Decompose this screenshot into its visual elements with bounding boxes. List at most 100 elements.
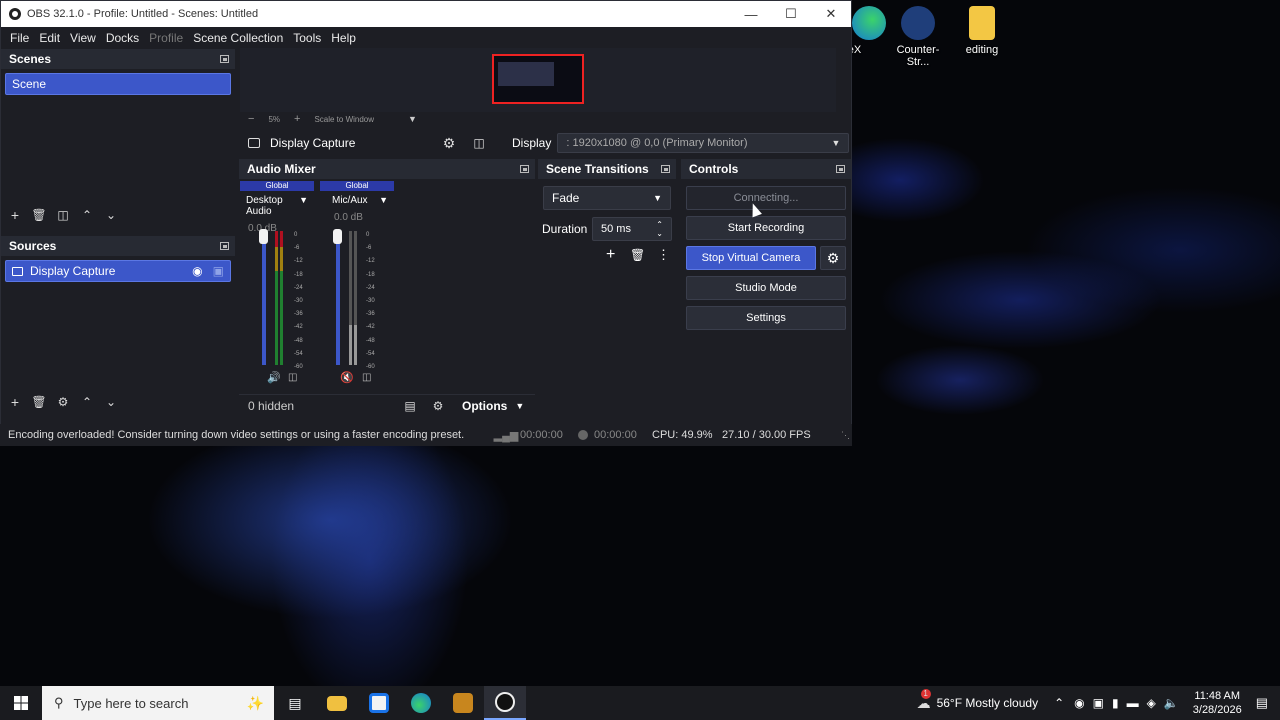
lock-icon[interactable]: ▣ xyxy=(213,264,224,278)
source-item[interactable]: Display Capture ◉ ▣ xyxy=(5,260,231,282)
folder-icon xyxy=(327,695,347,711)
menu-docks[interactable]: Docks xyxy=(101,31,144,45)
preview-canvas[interactable] xyxy=(240,48,836,112)
file-explorer-button[interactable] xyxy=(316,686,358,720)
chevron-down-icon[interactable]: ▼ xyxy=(379,195,388,206)
wifi-icon[interactable]: ◈ xyxy=(1147,696,1156,710)
counter-strike-taskbar-button[interactable] xyxy=(442,686,484,720)
scale-mode[interactable]: Scale to Window xyxy=(314,115,374,124)
volume-slider-handle[interactable] xyxy=(333,229,342,244)
muted-speaker-icon[interactable]: 🔇 xyxy=(340,371,354,384)
channel-name[interactable]: Mic/Aux xyxy=(326,195,368,206)
move-up-icon[interactable]: ⌃ xyxy=(75,395,99,409)
remove-scene-icon[interactable]: 🗑 xyxy=(27,208,51,222)
undock-icon[interactable] xyxy=(520,165,529,173)
resize-grip-icon[interactable]: ⋱ xyxy=(841,430,850,441)
duration-spinbox[interactable]: 50 ms ⌃ ⌄ xyxy=(592,217,672,241)
channel-name[interactable]: Desktop Audio xyxy=(246,195,299,217)
menu-scene-collection[interactable]: Scene Collection xyxy=(188,31,288,45)
display-select[interactable]: : 1920x1080 @ 0,0 (Primary Monitor) ▼ xyxy=(557,133,850,153)
battery-icon[interactable]: ▬ xyxy=(1127,696,1139,710)
chevron-down-icon[interactable]: ▼ xyxy=(515,401,524,411)
chevron-down-icon[interactable]: ▼ xyxy=(408,114,417,124)
microphone-icon[interactable]: ▮ xyxy=(1112,696,1119,710)
camera-icon[interactable]: ▣ xyxy=(1093,696,1104,710)
monitor-audio-icon[interactable]: ◫ xyxy=(288,372,297,383)
folder-icon xyxy=(969,6,995,40)
desktop-icon-counter-strike[interactable]: Counter-Str... xyxy=(886,6,950,68)
add-transition-icon[interactable]: + xyxy=(606,246,615,264)
display-capture-preview[interactable] xyxy=(492,54,584,104)
menu-profile[interactable]: Profile xyxy=(144,31,188,45)
mixer-layout-icon[interactable]: ▤ xyxy=(396,399,424,413)
close-icon[interactable]: ✕ xyxy=(811,6,851,22)
advanced-audio-gear-icon[interactable]: ⚙ xyxy=(424,399,452,413)
microsoft-store-button[interactable] xyxy=(358,686,400,720)
title-bar[interactable]: OBS 32.1.0 - Profile: Untitled - Scenes:… xyxy=(1,1,851,27)
settings-button[interactable]: Settings xyxy=(686,306,846,330)
add-source-icon[interactable]: + xyxy=(3,394,27,410)
menu-edit[interactable]: Edit xyxy=(34,31,65,45)
zoom-out-icon[interactable]: − xyxy=(248,113,254,125)
mixer-channel-desktop-audio: Global Desktop Audio ▼ 0.0 dB 0 -6 -12 -18 -2… xyxy=(240,181,314,393)
menu-file[interactable]: File xyxy=(5,31,34,45)
meter-tick-label: -30 xyxy=(294,298,303,305)
discord-icon[interactable]: ◉ xyxy=(1074,696,1084,710)
transition-properties-icon[interactable]: ⋮ xyxy=(657,247,670,263)
scenes-title: Scenes xyxy=(9,52,52,66)
add-scene-icon[interactable]: + xyxy=(3,207,27,223)
remove-transition-icon[interactable]: 🗑 xyxy=(630,248,645,262)
taskbar-search-box[interactable]: ⚲ Type here to search ✨ xyxy=(42,686,274,720)
controls-dock: Controls Connecting... Start Recording S… xyxy=(681,159,851,418)
spin-arrows-icon[interactable]: ⌃ ⌄ xyxy=(656,220,663,238)
stop-virtual-camera-button[interactable]: Stop Virtual Camera xyxy=(686,246,816,270)
clock[interactable]: 11:48 AM 3/28/2026 xyxy=(1193,689,1242,717)
taskbar: ⚲ Type here to search ✨ ▤ ☁ 1 56°F Mostly… xyxy=(0,686,1280,720)
virtual-camera-settings-button[interactable]: ⚙ xyxy=(820,246,846,270)
menu-view[interactable]: View xyxy=(65,31,101,45)
notifications-icon[interactable]: ▤ xyxy=(1256,695,1268,711)
menu-help[interactable]: Help xyxy=(326,31,361,45)
chevron-down-icon[interactable]: ▼ xyxy=(299,195,308,217)
move-down-icon[interactable]: ⌄ xyxy=(99,395,123,409)
hidden-count[interactable]: 0 hidden xyxy=(248,399,396,413)
task-view-button[interactable]: ▤ xyxy=(274,686,316,720)
monitor-audio-icon[interactable]: ◫ xyxy=(362,372,371,383)
maximize-icon[interactable]: ☐ xyxy=(771,6,811,22)
studio-mode-button[interactable]: Studio Mode xyxy=(686,276,846,300)
desktop-icon-editing[interactable]: editing xyxy=(950,6,1014,56)
start-button[interactable] xyxy=(0,686,42,720)
remove-source-icon[interactable]: 🗑 xyxy=(27,395,51,409)
scene-item[interactable]: Scene xyxy=(5,73,231,95)
move-down-icon[interactable]: ⌄ xyxy=(99,208,123,222)
zoom-in-icon[interactable]: + xyxy=(294,113,300,125)
chevron-up-icon[interactable]: ⌃ xyxy=(1054,696,1064,710)
gear-icon[interactable]: ⚙ xyxy=(434,135,464,152)
weather-text[interactable]: 56°F Mostly cloudy xyxy=(937,696,1039,710)
start-recording-button[interactable]: Start Recording xyxy=(686,216,846,240)
zoom-bar: − 5% + Scale to Window ▼ xyxy=(240,112,431,126)
eye-icon[interactable]: ◉ xyxy=(192,264,202,278)
scene-filters-icon[interactable]: ◫ xyxy=(51,208,75,222)
transition-select[interactable]: Fade ▼ xyxy=(543,186,671,210)
undock-icon[interactable] xyxy=(661,165,670,173)
source-properties-icon[interactable]: ⚙ xyxy=(51,395,75,409)
undock-icon[interactable] xyxy=(836,165,845,173)
minimize-icon[interactable]: — xyxy=(731,7,771,22)
undock-icon[interactable] xyxy=(220,242,229,250)
menu-tools[interactable]: Tools xyxy=(288,31,326,45)
volume-slider[interactable] xyxy=(336,231,340,365)
undock-icon[interactable] xyxy=(220,55,229,63)
start-streaming-button[interactable]: Connecting... xyxy=(686,186,846,210)
move-up-icon[interactable]: ⌃ xyxy=(75,208,99,222)
volume-slider-handle[interactable] xyxy=(259,229,268,244)
meter-tick-label: -54 xyxy=(366,350,375,357)
volume-icon[interactable]: 🔈 xyxy=(1164,696,1179,710)
options-button[interactable]: Options xyxy=(462,399,507,413)
obs-taskbar-button[interactable] xyxy=(484,686,526,720)
clock-time: 11:48 AM xyxy=(1194,690,1241,702)
edge-button[interactable] xyxy=(400,686,442,720)
speaker-icon[interactable]: 🔊 xyxy=(267,371,281,384)
filters-icon[interactable]: ◫ xyxy=(464,136,494,150)
volume-slider[interactable] xyxy=(262,231,266,365)
